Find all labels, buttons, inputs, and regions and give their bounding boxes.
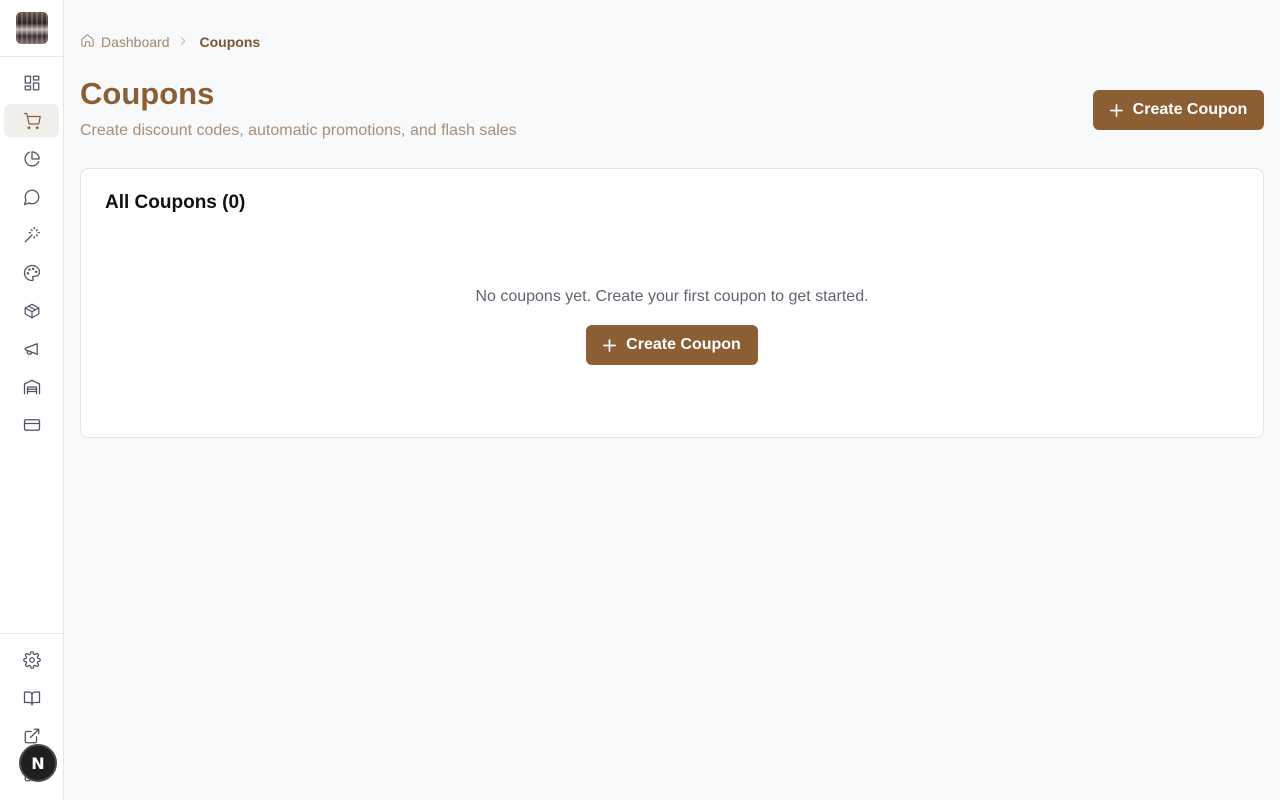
page-subtitle: Create discount codes, automatic promoti… bbox=[80, 122, 517, 139]
empty-state-message: No coupons yet. Create your first coupon… bbox=[475, 288, 869, 305]
shopping-cart-icon bbox=[23, 112, 41, 130]
sidebar-item-products[interactable] bbox=[4, 294, 59, 328]
credit-card-icon bbox=[23, 419, 40, 431]
home-icon[interactable] bbox=[80, 33, 95, 51]
chevron-right-icon bbox=[176, 34, 190, 51]
package-icon bbox=[24, 303, 39, 319]
card-title: All Coupons (0) bbox=[105, 192, 246, 213]
sidebar-item-docs[interactable] bbox=[4, 681, 59, 715]
book-icon bbox=[23, 691, 40, 706]
pie-chart-icon bbox=[23, 151, 40, 167]
sidebar-item-inventory[interactable] bbox=[4, 370, 59, 404]
plus-icon bbox=[603, 338, 617, 352]
message-icon bbox=[23, 189, 39, 206]
plus-icon bbox=[1109, 103, 1123, 117]
breadcrumb-dashboard-link[interactable]: Dashboard bbox=[101, 34, 170, 50]
create-coupon-button[interactable]: Create Coupon bbox=[1093, 90, 1264, 130]
breadcrumb: Dashboard Coupons bbox=[80, 32, 260, 52]
magic-wand-icon bbox=[24, 226, 40, 243]
sidebar-item-orders[interactable] bbox=[4, 104, 59, 138]
breadcrumb-current: Coupons bbox=[199, 34, 261, 50]
sidebar-item-messages[interactable] bbox=[4, 180, 59, 214]
sidebar-item-ai[interactable] bbox=[4, 218, 59, 252]
empty-state-create-coupon-label: Create Coupon bbox=[626, 336, 741, 353]
sidebar-item-appearance[interactable] bbox=[4, 256, 59, 290]
coupons-card: All Coupons (0) No coupons yet. Create y… bbox=[80, 168, 1264, 438]
megaphone-icon bbox=[24, 343, 38, 355]
sidebar-item-settings[interactable] bbox=[4, 643, 59, 677]
sidebar-item-dashboard[interactable] bbox=[4, 66, 59, 100]
warehouse-icon bbox=[23, 379, 40, 395]
avatar[interactable]: N bbox=[19, 744, 57, 782]
external-link-icon bbox=[24, 728, 39, 744]
dashboard-icon bbox=[24, 75, 39, 91]
sidebar-item-marketing[interactable] bbox=[4, 332, 59, 366]
sidebar-item-billing[interactable] bbox=[4, 408, 59, 442]
sidebar-item-analytics[interactable] bbox=[4, 142, 59, 176]
divider bbox=[0, 633, 63, 634]
divider bbox=[0, 56, 63, 57]
sidebar: N bbox=[0, 0, 64, 800]
avatar-letter: N bbox=[31, 753, 45, 773]
empty-state-create-coupon-button[interactable]: Create Coupon bbox=[586, 325, 758, 365]
store-logo[interactable] bbox=[16, 12, 48, 44]
palette-icon bbox=[23, 264, 40, 282]
gear-icon bbox=[22, 651, 41, 669]
create-coupon-button-label: Create Coupon bbox=[1132, 101, 1248, 118]
page-title: Coupons bbox=[80, 76, 215, 111]
